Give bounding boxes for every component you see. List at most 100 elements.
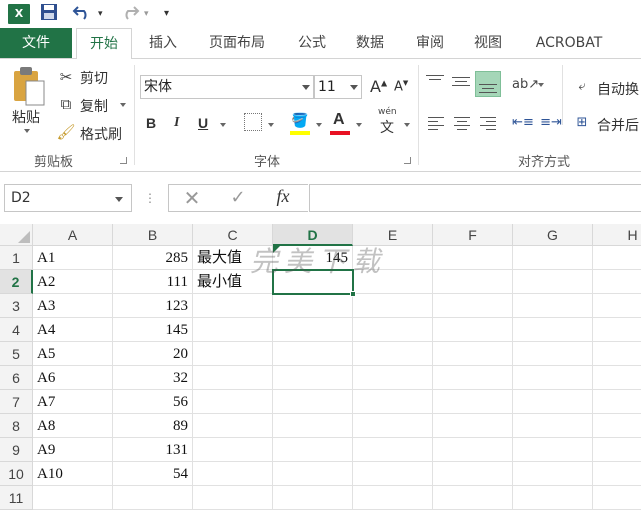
top-align-icon[interactable] bbox=[426, 73, 446, 89]
insert-function-button[interactable]: fx bbox=[268, 186, 298, 206]
redo-icon[interactable] bbox=[118, 3, 140, 27]
fill-color-dropdown-icon[interactable] bbox=[316, 123, 322, 127]
cell-e4[interactable] bbox=[353, 318, 433, 342]
cell-c11[interactable] bbox=[193, 486, 273, 510]
cell-e5[interactable] bbox=[353, 342, 433, 366]
underline-dropdown-icon[interactable] bbox=[220, 123, 226, 127]
underline-button[interactable]: U bbox=[198, 115, 208, 131]
cell-a6[interactable]: A6 bbox=[33, 366, 113, 390]
cell-g6[interactable] bbox=[513, 366, 593, 390]
cancel-icon[interactable]: ✕ bbox=[180, 188, 204, 208]
cell-d6[interactable] bbox=[273, 366, 353, 390]
row-header-10[interactable]: 10 bbox=[0, 462, 33, 486]
column-header-f[interactable]: F bbox=[433, 224, 513, 246]
cell-f8[interactable] bbox=[433, 414, 513, 438]
undo-icon[interactable] bbox=[72, 3, 94, 27]
cell-c9[interactable] bbox=[193, 438, 273, 462]
cell-h8[interactable] bbox=[593, 414, 641, 438]
cell-d5[interactable] bbox=[273, 342, 353, 366]
cell-h10[interactable] bbox=[593, 462, 641, 486]
cell-h3[interactable] bbox=[593, 294, 641, 318]
cell-h1[interactable] bbox=[593, 246, 641, 270]
borders-dropdown-icon[interactable] bbox=[268, 123, 274, 127]
merge-center-icon[interactable]: ⊞ bbox=[572, 113, 592, 133]
cell-e9[interactable] bbox=[353, 438, 433, 462]
cell-a3[interactable]: A3 bbox=[33, 294, 113, 318]
font-size-box[interactable]: 11 bbox=[314, 75, 362, 99]
cell-g8[interactable] bbox=[513, 414, 593, 438]
cell-e6[interactable] bbox=[353, 366, 433, 390]
cell-f5[interactable] bbox=[433, 342, 513, 366]
wrap-text-button[interactable]: 自动换 bbox=[597, 79, 639, 99]
align-center-icon[interactable] bbox=[454, 115, 472, 131]
cell-f1[interactable] bbox=[433, 246, 513, 270]
orientation-icon[interactable]: ab↗ bbox=[512, 75, 539, 95]
tab-view[interactable]: 视图 bbox=[466, 28, 510, 58]
cell-b11[interactable] bbox=[113, 486, 193, 510]
cell-g10[interactable] bbox=[513, 462, 593, 486]
pinyin-dropdown-icon[interactable] bbox=[404, 123, 410, 127]
row-header-8[interactable]: 8 bbox=[0, 414, 33, 438]
cell-a4[interactable]: A4 bbox=[33, 318, 113, 342]
grow-font-button[interactable]: A▲ bbox=[370, 77, 387, 96]
wrap-text-icon[interactable]: ⤶ bbox=[572, 77, 592, 97]
cell-f11[interactable] bbox=[433, 486, 513, 510]
cell-g1[interactable] bbox=[513, 246, 593, 270]
row-header-9[interactable]: 9 bbox=[0, 438, 33, 462]
shrink-font-button[interactable]: A▼ bbox=[394, 79, 408, 94]
copy-icon[interactable]: ⧉ bbox=[56, 94, 76, 114]
tab-data[interactable]: 数据 bbox=[348, 28, 392, 58]
cell-a7[interactable]: A7 bbox=[33, 390, 113, 414]
cell-a10[interactable]: A10 bbox=[33, 462, 113, 486]
cell-a2[interactable]: A2 bbox=[33, 270, 113, 294]
cell-a5[interactable]: A5 bbox=[33, 342, 113, 366]
orientation-dropdown-icon[interactable] bbox=[538, 83, 544, 87]
cell-b2[interactable]: 111 bbox=[113, 270, 193, 294]
row-header-6[interactable]: 6 bbox=[0, 366, 33, 390]
cell-a1[interactable]: A1 bbox=[33, 246, 113, 270]
cell-b5[interactable]: 20 bbox=[113, 342, 193, 366]
cell-h9[interactable] bbox=[593, 438, 641, 462]
cell-g4[interactable] bbox=[513, 318, 593, 342]
cell-h6[interactable] bbox=[593, 366, 641, 390]
formula-input[interactable] bbox=[309, 184, 641, 212]
cell-g9[interactable] bbox=[513, 438, 593, 462]
cell-g2[interactable] bbox=[513, 270, 593, 294]
cell-b7[interactable]: 56 bbox=[113, 390, 193, 414]
middle-align-icon[interactable] bbox=[452, 73, 472, 89]
bold-button[interactable]: B bbox=[146, 115, 156, 131]
cell-e11[interactable] bbox=[353, 486, 433, 510]
cell-f9[interactable] bbox=[433, 438, 513, 462]
italic-button[interactable]: I bbox=[174, 115, 179, 131]
cell-d7[interactable] bbox=[273, 390, 353, 414]
cell-b9[interactable]: 131 bbox=[113, 438, 193, 462]
column-header-a[interactable]: A bbox=[33, 224, 113, 246]
fill-color-icon[interactable]: 🪣 bbox=[290, 111, 310, 131]
column-header-g[interactable]: G bbox=[513, 224, 593, 246]
font-color-button[interactable]: A bbox=[333, 111, 345, 129]
fill-handle[interactable] bbox=[350, 291, 356, 297]
cell-g11[interactable] bbox=[513, 486, 593, 510]
format-painter-icon[interactable]: 🖌 bbox=[56, 122, 76, 142]
cell-a9[interactable]: A9 bbox=[33, 438, 113, 462]
tab-home[interactable]: 开始 bbox=[76, 28, 132, 59]
increase-indent-icon[interactable]: ≡⇥ bbox=[540, 113, 562, 133]
cell-b10[interactable]: 54 bbox=[113, 462, 193, 486]
cell-c4[interactable] bbox=[193, 318, 273, 342]
cell-d8[interactable] bbox=[273, 414, 353, 438]
cell-h5[interactable] bbox=[593, 342, 641, 366]
cell-d11[interactable] bbox=[273, 486, 353, 510]
redo-dropdown-icon[interactable]: ▾ bbox=[144, 3, 149, 25]
cell-f2[interactable] bbox=[433, 270, 513, 294]
copy-button[interactable]: 复制 bbox=[80, 96, 108, 116]
cut-button[interactable]: 剪切 bbox=[80, 68, 108, 88]
cell-h4[interactable] bbox=[593, 318, 641, 342]
cell-b4[interactable]: 145 bbox=[113, 318, 193, 342]
column-header-h[interactable]: H bbox=[593, 224, 641, 246]
cell-g3[interactable] bbox=[513, 294, 593, 318]
row-header-1[interactable]: 1 bbox=[0, 246, 33, 270]
cell-h2[interactable] bbox=[593, 270, 641, 294]
clipboard-launcher-icon[interactable] bbox=[120, 157, 127, 164]
cell-f10[interactable] bbox=[433, 462, 513, 486]
font-color-dropdown-icon[interactable] bbox=[356, 123, 362, 127]
